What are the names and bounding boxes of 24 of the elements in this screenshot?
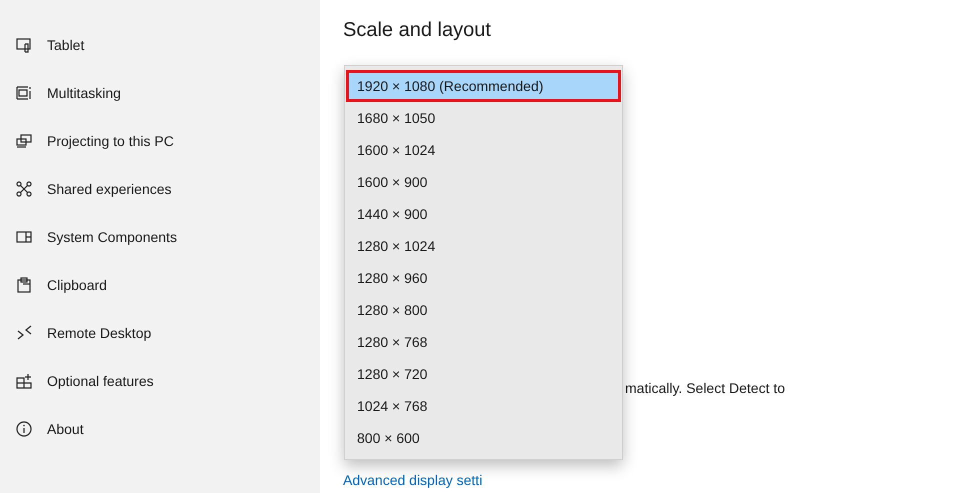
resolution-option[interactable]: 1024 × 768 bbox=[346, 390, 621, 422]
sidebar-item[interactable]: System Components bbox=[47, 227, 177, 247]
resolution-option[interactable]: 1600 × 1024 bbox=[346, 134, 621, 166]
resolution-option[interactable]: 1280 × 768 bbox=[346, 326, 621, 358]
sidebar-item[interactable]: Projecting to this PC bbox=[47, 131, 174, 151]
resolution-option[interactable]: 1280 × 1024 bbox=[346, 230, 621, 262]
resolution-option[interactable]: 1280 × 800 bbox=[346, 294, 621, 326]
resolution-option[interactable]: 1680 × 1050 bbox=[346, 102, 621, 134]
section-heading: Scale and layout bbox=[343, 18, 492, 43]
sidebar-item[interactable]: Tablet bbox=[47, 35, 84, 55]
resolution-option[interactable]: 1280 × 960 bbox=[346, 262, 621, 294]
sidebar-item[interactable]: Remote Desktop bbox=[47, 323, 152, 343]
resolution-option[interactable]: 1280 × 720 bbox=[346, 358, 621, 390]
resolution-option[interactable]: 1600 × 900 bbox=[346, 166, 621, 198]
resolution-option[interactable]: 1920 × 1080 (Recommended) bbox=[346, 70, 621, 102]
sidebar-item[interactable]: About bbox=[47, 419, 84, 439]
sidebar-item[interactable]: Clipboard bbox=[47, 275, 107, 295]
advanced-settings-link[interactable]: Advanced display setti bbox=[343, 470, 482, 490]
resolution-option[interactable]: 1440 × 900 bbox=[346, 198, 621, 230]
sidebar-item[interactable]: Multitasking bbox=[47, 83, 121, 103]
sidebar-item[interactable]: Shared experiences bbox=[47, 179, 172, 199]
description-text: matically. Select Detect to bbox=[625, 379, 786, 398]
resolution-option[interactable]: 800 × 600 bbox=[346, 422, 621, 454]
sidebar-item[interactable]: Optional features bbox=[47, 371, 154, 391]
